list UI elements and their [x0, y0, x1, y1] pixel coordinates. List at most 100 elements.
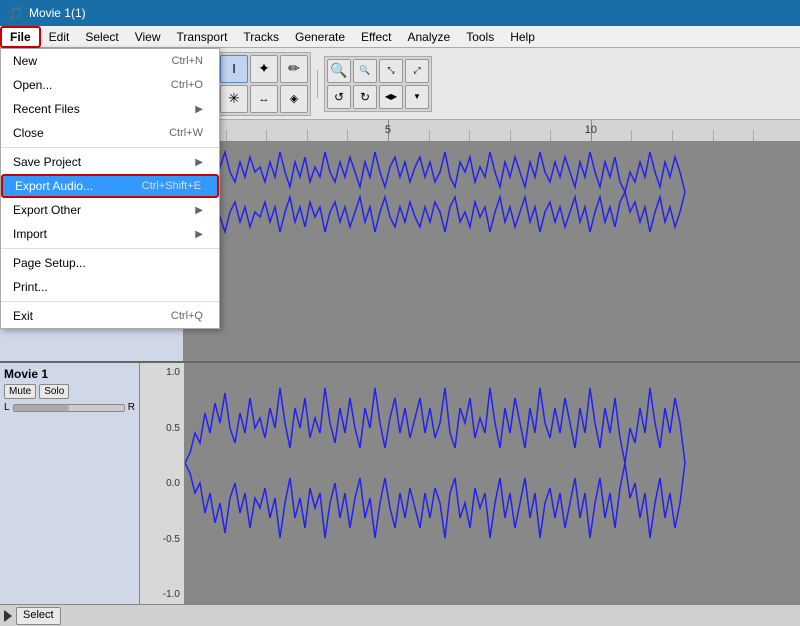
- btn-undo-zoom[interactable]: ↺: [327, 85, 351, 109]
- scale-0.0: 0.0: [166, 478, 180, 489]
- btn-zoom-in[interactable]: 🔍: [327, 59, 351, 83]
- window-title: Movie 1(1): [29, 6, 86, 20]
- ruler-minor-3: [307, 130, 308, 141]
- menu-import-label: Import: [13, 227, 47, 241]
- menu-export-other-arrow: ▶: [195, 205, 203, 216]
- btn-zoom-normal[interactable]: ◀▶: [379, 85, 403, 109]
- menu-transport[interactable]: Transport: [169, 26, 236, 48]
- scale-minus0.5: -0.5: [163, 534, 180, 545]
- separator-2: [1, 248, 219, 249]
- separator-1: [1, 147, 219, 148]
- tools-group: I ✦ ✏ ✳ ↔ ◈: [217, 52, 311, 116]
- menu-export-other[interactable]: Export Other ▶: [1, 198, 219, 222]
- ruler-minor-2: [266, 130, 267, 141]
- tool-zoom[interactable]: ✳: [220, 85, 248, 113]
- menu-exit[interactable]: Exit Ctrl+Q: [1, 304, 219, 328]
- menu-analyze[interactable]: Analyze: [400, 26, 459, 48]
- ruler-minor-1: [226, 130, 227, 141]
- menu-close[interactable]: Close Ctrl+W: [1, 121, 219, 145]
- menu-page-setup[interactable]: Page Setup...: [1, 251, 219, 275]
- btn-redo-zoom[interactable]: ↻: [353, 85, 377, 109]
- menu-file[interactable]: File: [0, 26, 41, 48]
- select-button[interactable]: Select: [16, 607, 61, 625]
- title-bar: 🎵 Movie 1(1): [0, 0, 800, 26]
- tool-timeshift[interactable]: ↔: [250, 85, 278, 113]
- scale-1.0: 1.0: [166, 367, 180, 378]
- menu-close-label: Close: [13, 126, 44, 140]
- waveform-area-2[interactable]: [185, 363, 800, 604]
- menu-bar: File Edit Select View Transport Tracks G…: [0, 26, 800, 48]
- ruler-minor-7: [510, 130, 511, 141]
- ruler-minor-8: [550, 130, 551, 141]
- menu-export-audio[interactable]: Export Audio... Ctrl+Shift+E: [1, 174, 219, 198]
- menu-select[interactable]: Select: [77, 26, 126, 48]
- waveform-svg-1: [185, 142, 800, 361]
- menu-print[interactable]: Print...: [1, 275, 219, 299]
- ruler-minor-10: [672, 130, 673, 141]
- menu-new-label: New: [13, 54, 37, 68]
- menu-tools[interactable]: Tools: [458, 26, 502, 48]
- waveform-area-1: 5 10: [185, 120, 800, 361]
- menu-open-shortcut: Ctrl+O: [171, 79, 203, 91]
- ruler-minor-11: [713, 130, 714, 141]
- ruler-minor-5: [429, 130, 430, 141]
- btn-zoom-fit[interactable]: ⤡: [379, 59, 403, 83]
- ruler-minor-12: [753, 130, 754, 141]
- menu-help[interactable]: Help: [502, 26, 543, 48]
- track-name-2: Movie 1: [4, 367, 135, 381]
- second-track-row: Movie 1 Mute Solo L R 1.0 0.5 0.0 -0.5 -…: [0, 363, 800, 604]
- menu-effect[interactable]: Effect: [353, 26, 399, 48]
- menu-exit-label: Exit: [13, 309, 33, 323]
- file-dropdown: New Ctrl+N Open... Ctrl+O Recent Files ▶…: [0, 48, 220, 329]
- btn-zoom-out[interactable]: 🔍: [353, 59, 377, 83]
- menu-tracks[interactable]: Tracks: [235, 26, 287, 48]
- menu-save-project[interactable]: Save Project ▶: [1, 150, 219, 174]
- menu-recent-files[interactable]: Recent Files ▶: [1, 97, 219, 121]
- menu-export-audio-shortcut: Ctrl+Shift+E: [142, 180, 201, 192]
- tool-multitool[interactable]: ◈: [280, 85, 308, 113]
- tool-cursor[interactable]: I: [220, 55, 248, 83]
- track-pan-label-2: R: [128, 402, 135, 413]
- ruler-minor-9: [631, 130, 632, 141]
- ruler-minor-4: [347, 130, 348, 141]
- menu-print-label: Print...: [13, 280, 48, 294]
- scale-0.5: 0.5: [166, 423, 180, 434]
- menu-open[interactable]: Open... Ctrl+O: [1, 73, 219, 97]
- scale-minus1.0: -1.0: [163, 589, 180, 600]
- tool-envelope[interactable]: ✦: [250, 55, 278, 83]
- track-mute-2[interactable]: Mute: [4, 384, 36, 399]
- zoom-group: 🔍 🔍 ⤡ ⤢ ↺ ↻ ◀▶ ▼: [324, 56, 432, 112]
- menu-save-project-arrow: ▶: [195, 157, 203, 168]
- menu-open-label: Open...: [13, 78, 52, 92]
- btn-zoom-extra[interactable]: ▼: [405, 85, 429, 109]
- menu-generate[interactable]: Generate: [287, 26, 353, 48]
- track-gain-label-2: L: [4, 402, 10, 413]
- menu-edit[interactable]: Edit: [41, 26, 78, 48]
- separator-3: [1, 301, 219, 302]
- menu-view[interactable]: View: [127, 26, 169, 48]
- waveform-display-1[interactable]: [185, 142, 800, 361]
- status-bar: Select: [0, 604, 800, 626]
- btn-zoom-sel[interactable]: ⤢: [405, 59, 429, 83]
- menu-close-shortcut: Ctrl+W: [169, 127, 203, 139]
- menu-import-arrow: ▶: [195, 229, 203, 240]
- menu-new[interactable]: New Ctrl+N: [1, 49, 219, 73]
- menu-export-other-label: Export Other: [13, 203, 81, 217]
- tool-draw[interactable]: ✏: [280, 55, 308, 83]
- menu-recent-arrow: ▶: [195, 104, 203, 115]
- menu-save-project-label: Save Project: [13, 155, 81, 169]
- waveform-svg-2: [185, 363, 800, 604]
- menu-page-setup-label: Page Setup...: [13, 256, 86, 270]
- ruler-label-5: 5: [385, 124, 391, 136]
- menu-new-shortcut: Ctrl+N: [172, 55, 203, 67]
- menu-export-audio-label: Export Audio...: [15, 179, 93, 193]
- menu-exit-shortcut: Ctrl+Q: [171, 310, 203, 322]
- amplitude-scale: 1.0 0.5 0.0 -0.5 -1.0: [140, 363, 185, 604]
- track-solo-2[interactable]: Solo: [39, 384, 69, 399]
- menu-recent-label: Recent Files: [13, 102, 80, 116]
- ruler-minor-6: [469, 130, 470, 141]
- menu-import[interactable]: Import ▶: [1, 222, 219, 246]
- ruler-label-10: 10: [585, 124, 597, 136]
- status-arrow[interactable]: [4, 610, 12, 622]
- track-header-2: Movie 1 Mute Solo L R: [0, 363, 140, 604]
